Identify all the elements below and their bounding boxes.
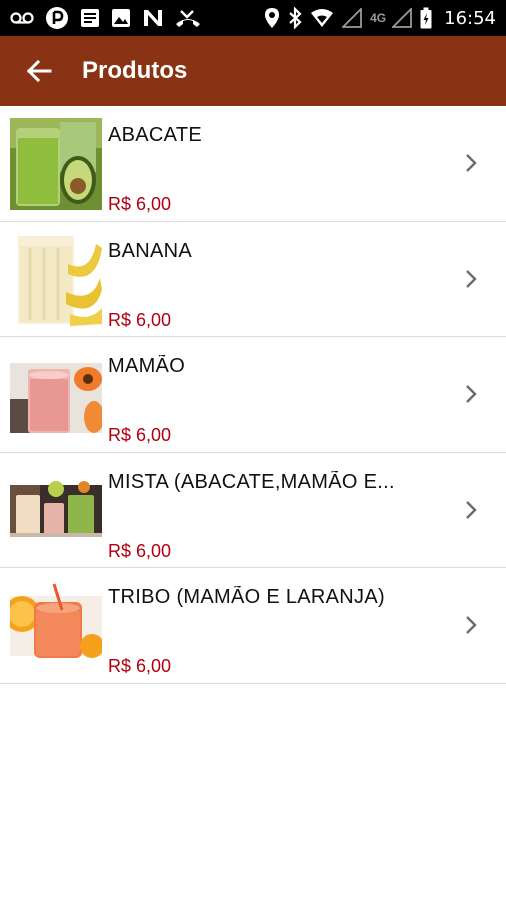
page-title: Produtos	[82, 57, 188, 84]
message-icon	[80, 0, 100, 36]
status-left-icons	[10, 0, 201, 36]
product-price: R$ 6,00	[108, 194, 172, 214]
mixed-smoothie-image	[10, 464, 102, 557]
battery-icon	[420, 0, 432, 36]
product-item-banana[interactable]: BANANA R$ 6,00	[0, 221, 506, 337]
voicemail-icon	[10, 0, 34, 36]
n-app-icon	[142, 0, 164, 36]
product-item-mista[interactable]: MISTA (ABACATE,MAMÃO E... R$ 6,00	[0, 452, 506, 568]
app-bar: Produtos	[0, 36, 506, 106]
product-name: TRIBO (MAMÃO E LARANJA)	[108, 586, 385, 608]
wifi-icon	[310, 0, 334, 36]
arrow-left-icon	[26, 59, 52, 83]
bluetooth-icon	[288, 0, 302, 36]
banana-smoothie-image	[10, 233, 102, 326]
status-right-icons: 4G 16:54	[264, 0, 496, 36]
chevron-right-icon	[464, 499, 478, 521]
network-type-label: 4G	[370, 11, 387, 25]
product-price: R$ 6,00	[108, 425, 172, 445]
product-list: ABACATE R$ 6,00 BANANA R$ 6,00 MAMÃO R$ …	[0, 106, 506, 684]
missed-call-icon	[175, 0, 201, 36]
product-price: R$ 6,00	[108, 540, 172, 561]
chevron-right-icon	[464, 152, 478, 174]
orange-papaya-juice-image	[10, 580, 102, 672]
app-notification-icon	[45, 0, 69, 36]
product-item-mamao[interactable]: MAMÃO R$ 6,00	[0, 337, 506, 453]
signal-icon	[342, 0, 363, 36]
product-price: R$ 6,00	[108, 309, 172, 330]
chevron-right-icon	[464, 383, 478, 405]
product-name: MISTA (ABACATE,MAMÃO E...	[108, 470, 395, 493]
location-icon	[264, 0, 280, 36]
chevron-right-icon	[464, 614, 478, 636]
papaya-smoothie-image	[10, 349, 102, 441]
signal-strength-icon	[392, 0, 413, 36]
status-time: 16:54	[444, 7, 496, 29]
product-name: ABACATE	[108, 124, 202, 146]
chevron-right-icon	[464, 268, 478, 290]
status-bar: 4G 16:54	[0, 0, 506, 36]
image-icon	[111, 0, 131, 36]
product-name: BANANA	[108, 239, 193, 262]
product-item-tribo[interactable]: TRIBO (MAMÃO E LARANJA) R$ 6,00	[0, 568, 506, 684]
avocado-smoothie-image	[10, 118, 102, 210]
back-button[interactable]	[0, 36, 72, 106]
product-price: R$ 6,00	[108, 656, 172, 676]
product-item-abacate[interactable]: ABACATE R$ 6,00	[0, 106, 506, 222]
product-name: MAMÃO	[108, 355, 186, 377]
